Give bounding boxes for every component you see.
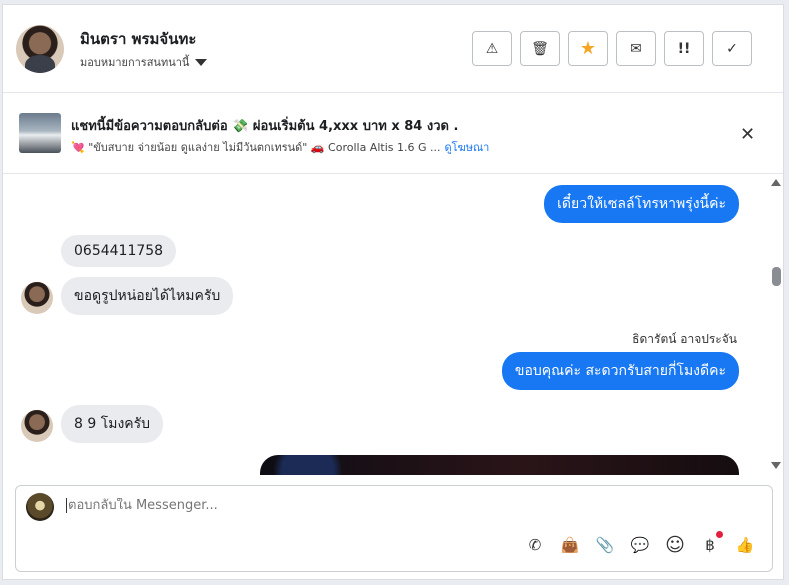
- mark-unread-button[interactable]: ✉: [616, 31, 656, 66]
- emoji-icon[interactable]: ☺: [664, 534, 686, 556]
- conversation-panel: มินตรา พรมจันทะ มอบหมายการสนทนานี้ ⚠ 🗑 ★…: [2, 4, 784, 580]
- saved-reply-icon[interactable]: 💬: [629, 534, 651, 556]
- follow-up-icon: !!: [677, 40, 691, 57]
- trash-icon: 🗑: [531, 40, 549, 57]
- close-icon[interactable]: ✕: [740, 124, 755, 145]
- paperclip-icon[interactable]: 📎: [594, 534, 616, 556]
- mail-icon: ✉: [630, 40, 642, 57]
- caret-down-icon: [195, 58, 208, 66]
- message-bubble-incoming[interactable]: 8 9 โมงครับ: [61, 405, 164, 443]
- check-icon: ✓: [726, 40, 738, 57]
- ad-title: แชทนี้มีข้อความตอบกลับต่อ 💸 ผ่อนเริ่มต้น…: [71, 119, 459, 134]
- conversation-header: มินตรา พรมจันทะ มอบหมายการสนทนานี้ ⚠ 🗑 ★…: [3, 5, 783, 93]
- scroll-down-arrow-icon[interactable]: [771, 462, 781, 469]
- notification-dot: [716, 531, 723, 538]
- delete-button[interactable]: 🗑: [520, 31, 560, 66]
- ad-subtitle-text: 💘 "ขับสบาย จ่ายน้อย ดูแลง่าย ไม่มีวันตกเ…: [71, 141, 441, 154]
- shopping-bag-icon[interactable]: 👜: [559, 534, 581, 556]
- message-bubble-outgoing[interactable]: ขอบคุณค่ะ สะดวกรับสายกี่โมงดีคะ: [501, 352, 739, 390]
- view-ad-link[interactable]: ดูโฆษณา: [444, 141, 489, 154]
- message-composer: ✆ 👜 📎 💬 ☺ ฿ 👍: [15, 485, 773, 572]
- ad-context-banner: แชทนี้มีข้อความตอบกลับต่อ 💸 ผ่อนเริ่มต้น…: [3, 94, 783, 174]
- baht-payment-button[interactable]: ฿: [699, 531, 723, 556]
- assign-conversation-dropdown[interactable]: มอบหมายการสนทนานี้: [80, 53, 208, 71]
- message-bubble-incoming[interactable]: ขอดูรูปหน่อยได้ไหมครับ: [61, 277, 234, 315]
- star-button[interactable]: ★: [568, 31, 608, 66]
- contact-avatar-small: [21, 282, 53, 314]
- baht-payment-icon: ฿: [705, 536, 715, 554]
- header-actions: ⚠ 🗑 ★ ✉ !! ✓: [472, 31, 752, 66]
- contact-avatar-small: [21, 410, 53, 442]
- sender-name: ธิดารัตน์ อาจประจัน: [632, 332, 737, 346]
- scroll-up-arrow-icon[interactable]: [771, 179, 781, 186]
- contact-avatar[interactable]: [16, 25, 64, 73]
- ad-thumbnail[interactable]: [19, 113, 61, 153]
- mark-spam-button[interactable]: ⚠: [472, 31, 512, 66]
- contact-name[interactable]: มินตรา พรมจันทะ: [80, 27, 196, 51]
- thumbs-up-icon[interactable]: 👍: [734, 534, 756, 556]
- warning-icon: ⚠: [485, 40, 499, 57]
- follow-up-button[interactable]: !!: [664, 31, 704, 66]
- call-add-icon[interactable]: ✆: [524, 534, 546, 556]
- message-thread[interactable]: เดี๋ยวให้เซลล์โทรหาพรุ่งนี้ค่ะ 065441175…: [3, 175, 783, 475]
- star-icon: ★: [579, 38, 597, 59]
- reply-input[interactable]: [66, 498, 746, 513]
- ad-subtitle: 💘 "ขับสบาย จ่ายน้อย ดูแลง่าย ไม่มีวันตกเ…: [71, 138, 489, 156]
- message-bubble-incoming[interactable]: 0654411758: [61, 235, 177, 267]
- assign-label: มอบหมายการสนทนานี้: [80, 56, 190, 69]
- media-attachment[interactable]: [260, 455, 739, 475]
- composer-toolbar: ✆ 👜 📎 💬 ☺ ฿ 👍: [524, 531, 756, 556]
- mark-done-button[interactable]: ✓: [712, 31, 752, 66]
- page-avatar: [26, 493, 54, 521]
- message-bubble-outgoing[interactable]: เดี๋ยวให้เซลล์โทรหาพรุ่งนี้ค่ะ: [544, 185, 739, 223]
- scrollbar-thumb[interactable]: [772, 267, 781, 286]
